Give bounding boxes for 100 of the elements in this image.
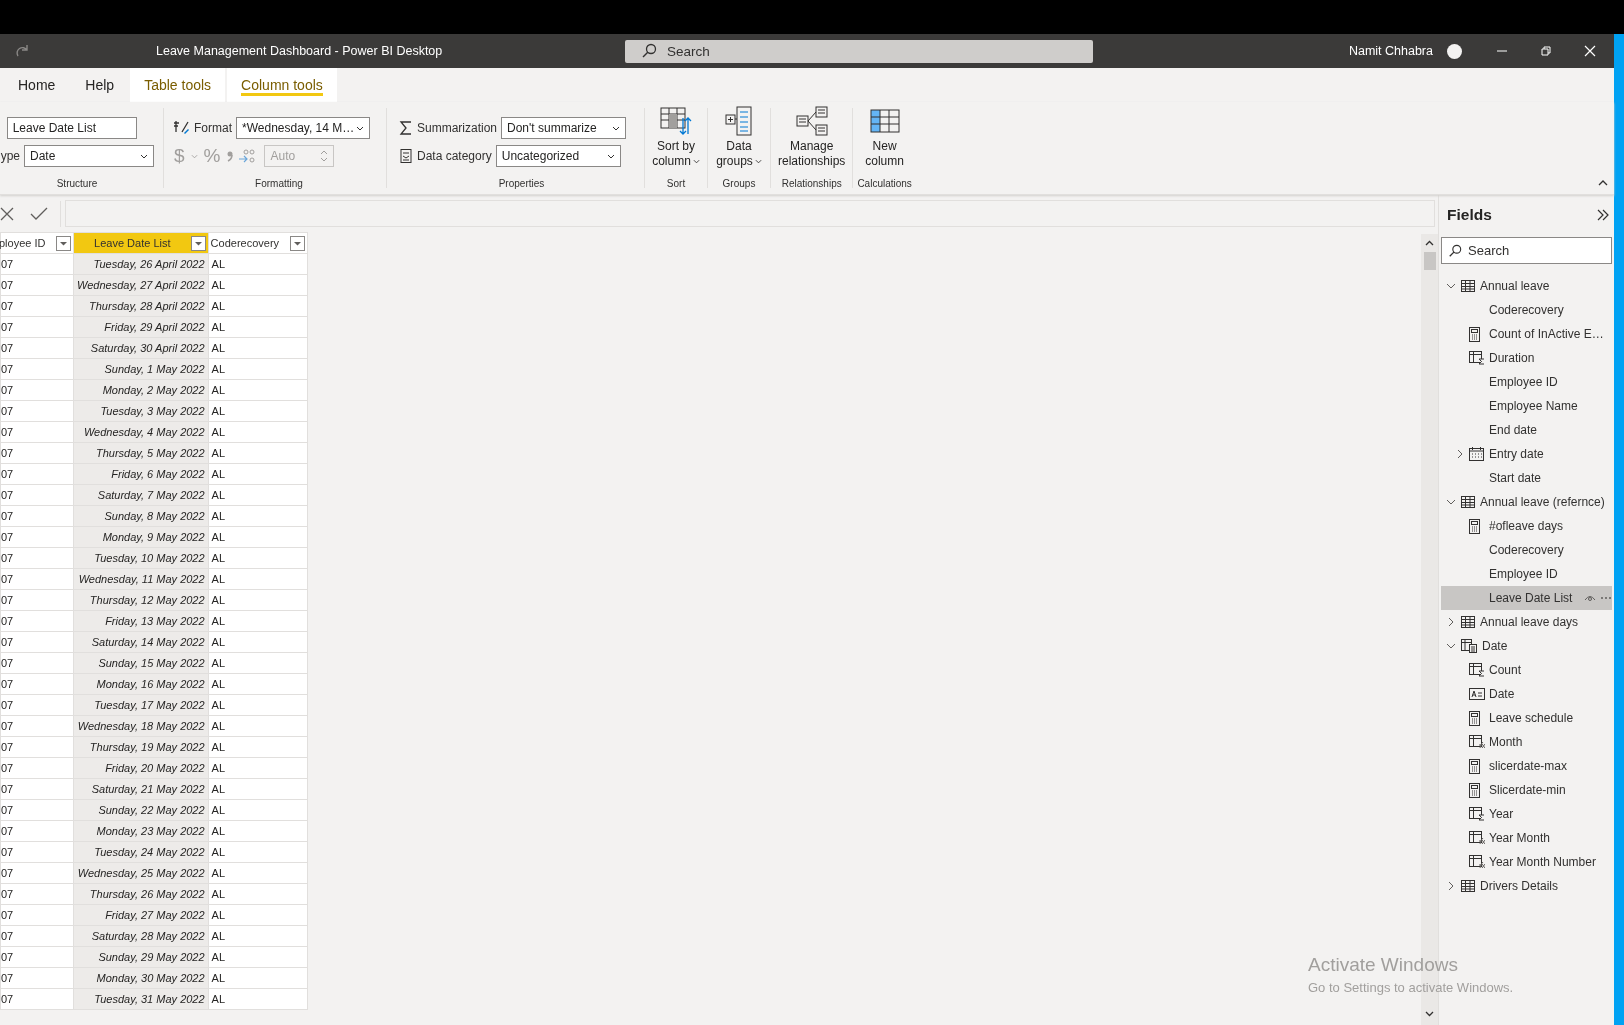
new-column-button[interactable]: New column: [862, 106, 907, 178]
table-cell: 07: [0, 757, 74, 779]
expand-chevron-icon[interactable]: [1446, 281, 1456, 291]
calculated-column-icon: [1469, 831, 1485, 845]
data-groups-button[interactable]: Data groups: [713, 106, 765, 178]
table-item[interactable]: Drivers Details: [1441, 874, 1612, 898]
window-title: Leave Management Dashboard - Power BI Desktop: [156, 44, 444, 58]
ribbon-tab[interactable]: Home: [4, 68, 70, 102]
expand-chevron-icon[interactable]: [1455, 449, 1465, 459]
ribbon-tab[interactable]: Help: [71, 68, 129, 102]
field-item[interactable]: Year Month Number: [1441, 850, 1612, 874]
sum-column-icon: [1469, 663, 1485, 677]
table-cell: 07: [0, 358, 74, 380]
table-cell: 07: [0, 568, 74, 590]
name-field[interactable]: Leave Date List: [6, 117, 137, 139]
table-item[interactable]: Annual leave days: [1441, 610, 1612, 634]
column-header[interactable]: ployee ID: [0, 232, 74, 254]
field-item[interactable]: Employee Name: [1441, 394, 1612, 418]
field-item[interactable]: Start date: [1441, 466, 1612, 490]
chevron-icon: [754, 159, 762, 164]
field-item[interactable]: Date: [1441, 682, 1612, 706]
scroll-down-icon[interactable]: [1425, 1011, 1434, 1017]
field-item[interactable]: Coderecovery: [1441, 298, 1612, 322]
visibility-icon[interactable]: [1584, 594, 1596, 602]
filter-dropdown-icon[interactable]: [56, 235, 71, 251]
collapse-ribbon-icon[interactable]: [1598, 179, 1608, 186]
table-cell: 07: [0, 505, 74, 527]
group-label: Relationships: [781, 178, 842, 191]
table-item[interactable]: Annual leave (refernce): [1441, 490, 1612, 514]
filter-dropdown-icon[interactable]: [289, 235, 305, 251]
manage-relationships-button[interactable]: Manage relationships: [775, 106, 849, 178]
table-icon: [1461, 880, 1475, 892]
cancel-icon[interactable]: [0, 206, 14, 221]
ribbon-tab[interactable]: Table tools: [130, 68, 226, 102]
field-item[interactable]: Employee ID: [1441, 370, 1612, 394]
table-item[interactable]: Date: [1441, 634, 1612, 658]
field-item[interactable]: Employee ID: [1441, 562, 1612, 586]
field-item[interactable]: Count of InActive E…: [1441, 322, 1612, 346]
data-category-label: Data category: [417, 149, 492, 163]
sort-by-column-button[interactable]: Sort by column: [649, 106, 703, 178]
avatar[interactable]: [1447, 43, 1462, 59]
field-item[interactable]: Leave schedule: [1441, 706, 1612, 730]
data-groups-icon: [724, 106, 754, 136]
field-item[interactable]: Entry date: [1441, 442, 1612, 466]
table-cell: 07: [0, 631, 74, 653]
table-cell: 07: [0, 736, 74, 758]
filter-dropdown-icon[interactable]: [190, 235, 206, 251]
table-cell: 07: [0, 820, 74, 842]
restore-icon[interactable]: [1540, 45, 1552, 57]
table-icon: [1461, 496, 1475, 508]
new-column-icon: [869, 106, 900, 136]
redo-icon[interactable]: [15, 44, 31, 58]
table-cell: 07: [0, 526, 74, 548]
field-item[interactable]: Slicerdate-min: [1441, 778, 1612, 802]
field-item[interactable]: Coderecovery: [1441, 538, 1612, 562]
field-item[interactable]: Year Month: [1441, 826, 1612, 850]
field-item[interactable]: Month: [1441, 730, 1612, 754]
expand-chevron-icon[interactable]: [1446, 617, 1456, 627]
scroll-thumb[interactable]: [1423, 252, 1436, 270]
column-header[interactable]: Leave Date List: [73, 232, 209, 254]
ribbon-tab[interactable]: Column tools: [227, 68, 337, 102]
table-cell: 07: [0, 484, 74, 506]
expand-chevron-icon[interactable]: [1446, 881, 1456, 891]
search-field[interactable]: Search: [625, 39, 1093, 63]
search-icon: [641, 43, 657, 59]
chevron-icon: [612, 125, 621, 131]
calculated-column-icon: [1469, 855, 1485, 869]
commit-icon[interactable]: [30, 206, 48, 221]
scroll-up-icon[interactable]: [1425, 240, 1434, 246]
field-item[interactable]: Duration: [1441, 346, 1612, 370]
group-label: Calculations: [857, 178, 912, 191]
expand-chevron-icon[interactable]: [1446, 641, 1456, 651]
more-options-icon[interactable]: [1600, 596, 1612, 600]
pane-title: Fields: [1447, 206, 1492, 224]
group-label: Structure: [56, 178, 98, 191]
table-item[interactable]: Annual leave: [1441, 274, 1612, 298]
field-item[interactable]: Leave Date List: [1441, 586, 1612, 610]
column-header[interactable]: Coderecovery: [208, 232, 308, 254]
format-label: Format: [194, 121, 232, 135]
field-item[interactable]: Count: [1441, 658, 1612, 682]
field-item[interactable]: #ofleave days: [1441, 514, 1612, 538]
field-item[interactable]: End date: [1441, 418, 1612, 442]
close-icon[interactable]: [1584, 45, 1596, 57]
collapse-pane-icon[interactable]: [1596, 208, 1610, 222]
table-cell: 07: [0, 778, 74, 800]
search-field[interactable]: Search: [1441, 237, 1612, 264]
table-cell: 07: [0, 463, 74, 485]
summarization-dropdown[interactable]: Don't summarize: [501, 117, 627, 139]
data-category-dropdown[interactable]: Uncategorized: [495, 145, 621, 167]
calculator-icon: [1469, 518, 1480, 534]
calculated-table-icon: [1461, 639, 1477, 653]
table-cell: 07: [0, 652, 74, 674]
expand-chevron-icon[interactable]: [1446, 497, 1456, 507]
table-cell: 07: [0, 862, 74, 884]
field-item[interactable]: Year: [1441, 802, 1612, 826]
spinner-icon: [320, 149, 329, 163]
field-item[interactable]: slicerdate-max: [1441, 754, 1612, 778]
data-category-icon: [399, 148, 413, 164]
data-type-dropdown[interactable]: Date: [24, 145, 154, 167]
table-icon: [1461, 616, 1475, 628]
